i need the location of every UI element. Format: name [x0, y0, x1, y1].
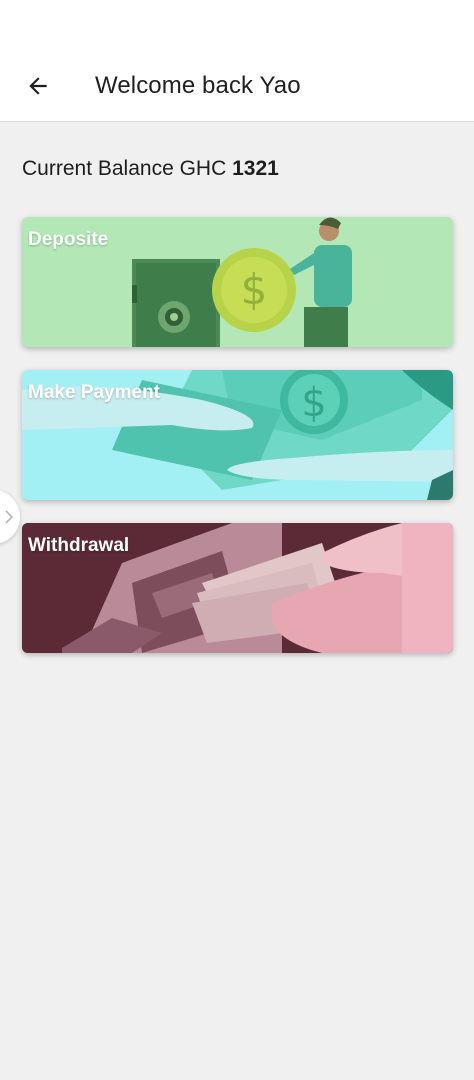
- page-title: Welcome back Yao: [95, 71, 301, 99]
- make-payment-label: Make Payment: [28, 382, 161, 403]
- withdrawal-label: Withdrawal: [28, 535, 130, 556]
- make-payment-card[interactable]: $ Make Payment: [22, 370, 453, 500]
- deposit-label: Deposite: [28, 229, 109, 250]
- app-bar: Welcome back Yao: [0, 50, 474, 122]
- back-button[interactable]: [18, 66, 58, 106]
- status-bar: [0, 0, 474, 50]
- balance-label: Current Balance GHC: [22, 157, 227, 180]
- svg-text:$: $: [301, 380, 326, 426]
- side-drawer-handle[interactable]: [0, 490, 20, 544]
- balance-amount: 1321: [232, 157, 279, 180]
- current-balance: Current Balance GHC 1321: [22, 157, 279, 181]
- chevron-right-icon: [5, 510, 14, 524]
- svg-text:$: $: [241, 265, 268, 314]
- arrow-left-icon: [29, 76, 47, 95]
- withdrawal-card[interactable]: Withdrawal: [22, 523, 453, 653]
- deposit-card[interactable]: $ Deposite: [22, 217, 453, 347]
